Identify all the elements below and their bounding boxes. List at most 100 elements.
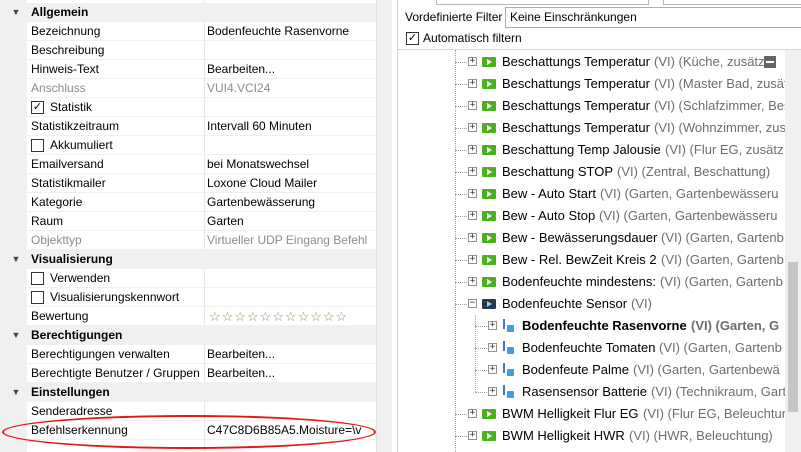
property-raum[interactable]: Raum Garten [0,212,376,231]
collapse-node-icon[interactable]: − [468,299,477,308]
expand-node-icon[interactable]: + [468,101,477,110]
tree-item[interactable]: + Bew - Bewässerungsdauer (VI) (Garten, Ga… [398,227,785,249]
auto-filter-checkbox[interactable]: ✓ [406,32,419,45]
tree-item[interactable]: + Beschattung STOP (VI) (Zentral, Beschatt… [398,161,785,183]
tree-divider [398,49,801,50]
expand-node-icon[interactable]: + [468,145,477,154]
tree-scrollbar-thumb[interactable] [788,262,798,412]
tree-item[interactable]: + Bodenfeuchte mindestens: (VI) (Garten, G… [398,271,785,293]
property-berechtigte-benutzer[interactable]: Berechtigte Benutzer / Gruppen Bearbeite… [0,364,376,383]
tree-branch-line [455,260,467,261]
tree-item-name: BWM Helligkeit Flur EG [502,406,639,421]
property-statistikmailer[interactable]: Statistikmailer Loxone Cloud Mailer [0,174,376,193]
bezeichnung-value[interactable]: Bodenfeuchte Rasenvorne [207,22,375,41]
sensor-icon [502,341,516,355]
expand-node-icon[interactable]: + [468,431,477,440]
collapse-icon[interactable]: ▼ [10,3,22,22]
statistik-checkbox[interactable]: ✓ [31,101,44,114]
expand-node-icon[interactable]: + [468,255,477,264]
property-beschreibung[interactable]: Beschreibung [0,41,376,60]
property-bezeichnung[interactable]: Bezeichnung Bodenfeuchte Rasenvorne [0,22,376,41]
tree-item[interactable]: + Rasensensor Batterie (VI) (Technikraum, … [398,381,787,403]
category-einstellungen[interactable]: ▼ Einstellungen [0,383,376,402]
tree-item-description: (VI) (Technikraum, Gart [651,384,787,399]
expand-node-icon[interactable]: + [468,57,477,66]
collapse-icon[interactable]: ▼ [10,326,22,345]
property-visualisierungskennwort[interactable]: Visualisierungskennwort [0,288,376,307]
expand-node-icon[interactable]: + [468,167,477,176]
tree-item[interactable]: + Beschattung Temp Jalousie (VI) (Flur EG,… [398,139,785,161]
verwenden-checkbox[interactable] [31,272,44,285]
tree-item[interactable]: + Bew - Auto Start (VI) (Garten, Gartenbew… [398,183,785,205]
kategorie-value[interactable]: Gartenbewässerung [207,193,375,212]
tree-branch-line [455,128,467,129]
property-bewertung[interactable]: Bewertung ☆☆☆☆☆☆☆☆☆☆☆ [0,307,376,326]
tree-item[interactable]: + Beschattungs Temperatur (VI) (Wohnzimmer… [398,117,793,139]
expand-node-icon[interactable]: + [488,365,497,374]
expand-node-icon[interactable]: + [468,277,477,286]
collapse-all-icon[interactable] [764,56,776,68]
tree-item[interactable]: + Bodenfeute Palme (VI) (Garten, Gartenbew… [398,359,785,381]
tree-item-name: Bew - Auto Start [502,186,596,201]
property-akkumuliert[interactable]: Akkumuliert [0,136,376,155]
tree-item[interactable]: + BWM Helligkeit Flur EG (VI) (Flur EG, Be… [398,403,786,425]
auto-filter-label: Automatisch filtern [423,31,522,45]
tree-item[interactable]: + Beschattungs Temperatur (VI) (Schlafzimm… [398,95,791,117]
star-rating[interactable]: ☆☆☆☆☆☆☆☆☆☆☆ [209,307,348,326]
tree-item[interactable]: + Bew - Rel. BewZeit Kreis 2 (VI) (Garten,… [398,249,785,271]
tree-item-description: (VI) (Garten, Gartenb [660,274,783,289]
property-statistik[interactable]: ✓ Statistik [0,98,376,117]
expand-node-icon[interactable]: + [468,409,477,418]
collapse-icon[interactable]: ▼ [10,250,22,269]
tree-scrollbar[interactable] [785,50,801,452]
property-hinweis-text[interactable]: Hinweis-Text Bearbeiten... [0,60,376,79]
tree-item-name: Beschattungs Temperatur [502,54,650,69]
raum-value[interactable]: Garten [207,212,375,231]
search-input[interactable] [436,0,649,5]
hinweis-edit-link[interactable]: Bearbeiten... [207,60,375,79]
expand-node-icon[interactable]: + [468,123,477,132]
expand-node-icon[interactable]: + [488,387,497,396]
properties-scrollbar[interactable] [376,0,392,452]
befehlserkennung-value[interactable]: C47C8D6B85A5.Moisture=\v [207,421,375,440]
expand-node-icon[interactable]: + [468,233,477,242]
tree-item[interactable]: + Beschattungs Temperatur (VI) (Küche, zus… [398,51,785,73]
tree-item[interactable]: + Bodenfeuchte Tomaten (VI) (Garten, Garte… [398,337,785,359]
property-kategorie[interactable]: Kategorie Gartenbewässerung [0,193,376,212]
tree-item[interactable]: + BWM Helligkeit HWR (VI) (HWR, Beleuchtun… [398,425,785,447]
tree-branch-line [455,282,467,283]
tree-item-name: Beschattungs Temperatur [502,98,650,113]
visualisierungskennwort-checkbox[interactable] [31,291,44,304]
akkumuliert-checkbox[interactable] [31,139,44,152]
statistikzeitraum-value[interactable]: Intervall 60 Minuten [207,117,375,136]
tree-branch-line [455,84,467,85]
category-allgemein[interactable]: ▼ Allgemein [0,3,376,22]
tree-item-selected[interactable]: + Bodenfeuchte Rasenvorne (VI) (Garten, G [398,315,785,337]
tree-item[interactable]: + Bew - Auto Stop (VI) (Garten, Gartenbewä… [398,205,785,227]
property-senderadresse[interactable]: Senderadresse [0,402,376,421]
property-statistikzeitraum[interactable]: Statistikzeitraum Intervall 60 Minuten [0,117,376,136]
tree-branch-line [475,370,487,371]
property-befehlserkennung[interactable]: Befehlserkennung C47C8D6B85A5.Moisture=\… [0,421,376,440]
search-row [398,0,801,7]
expand-node-icon[interactable]: + [468,79,477,88]
search-scope-input[interactable] [663,0,801,5]
emailversand-value[interactable]: bei Monatswechsel [207,155,375,174]
predefined-filter-select[interactable]: Keine Einschränkungen [505,7,801,28]
property-emailversand[interactable]: Emailversand bei Monatswechsel [0,155,376,174]
tree-item-name: Beschattung Temp Jalousie [502,142,661,157]
category-berechtigungen[interactable]: ▼ Berechtigungen [0,326,376,345]
tree-item[interactable]: + Beschattungs Temperatur (VI) (Master Bad… [398,73,794,95]
berechtigungen-edit-link[interactable]: Bearbeiten... [207,345,375,364]
benutzer-edit-link[interactable]: Bearbeiten... [207,364,375,383]
expand-node-icon[interactable]: + [488,321,497,330]
category-visualisierung[interactable]: ▼ Visualisierung [0,250,376,269]
tree-item[interactable]: − Bodenfeuchte Sensor (VI) [398,293,785,315]
expand-node-icon[interactable]: + [488,343,497,352]
property-verwenden[interactable]: Verwenden [0,269,376,288]
expand-node-icon[interactable]: + [468,189,477,198]
property-berechtigungen-verwalten[interactable]: Berechtigungen verwalten Bearbeiten... [0,345,376,364]
statistikmailer-value[interactable]: Loxone Cloud Mailer [207,174,375,193]
collapse-icon[interactable]: ▼ [10,383,22,402]
expand-node-icon[interactable]: + [468,211,477,220]
